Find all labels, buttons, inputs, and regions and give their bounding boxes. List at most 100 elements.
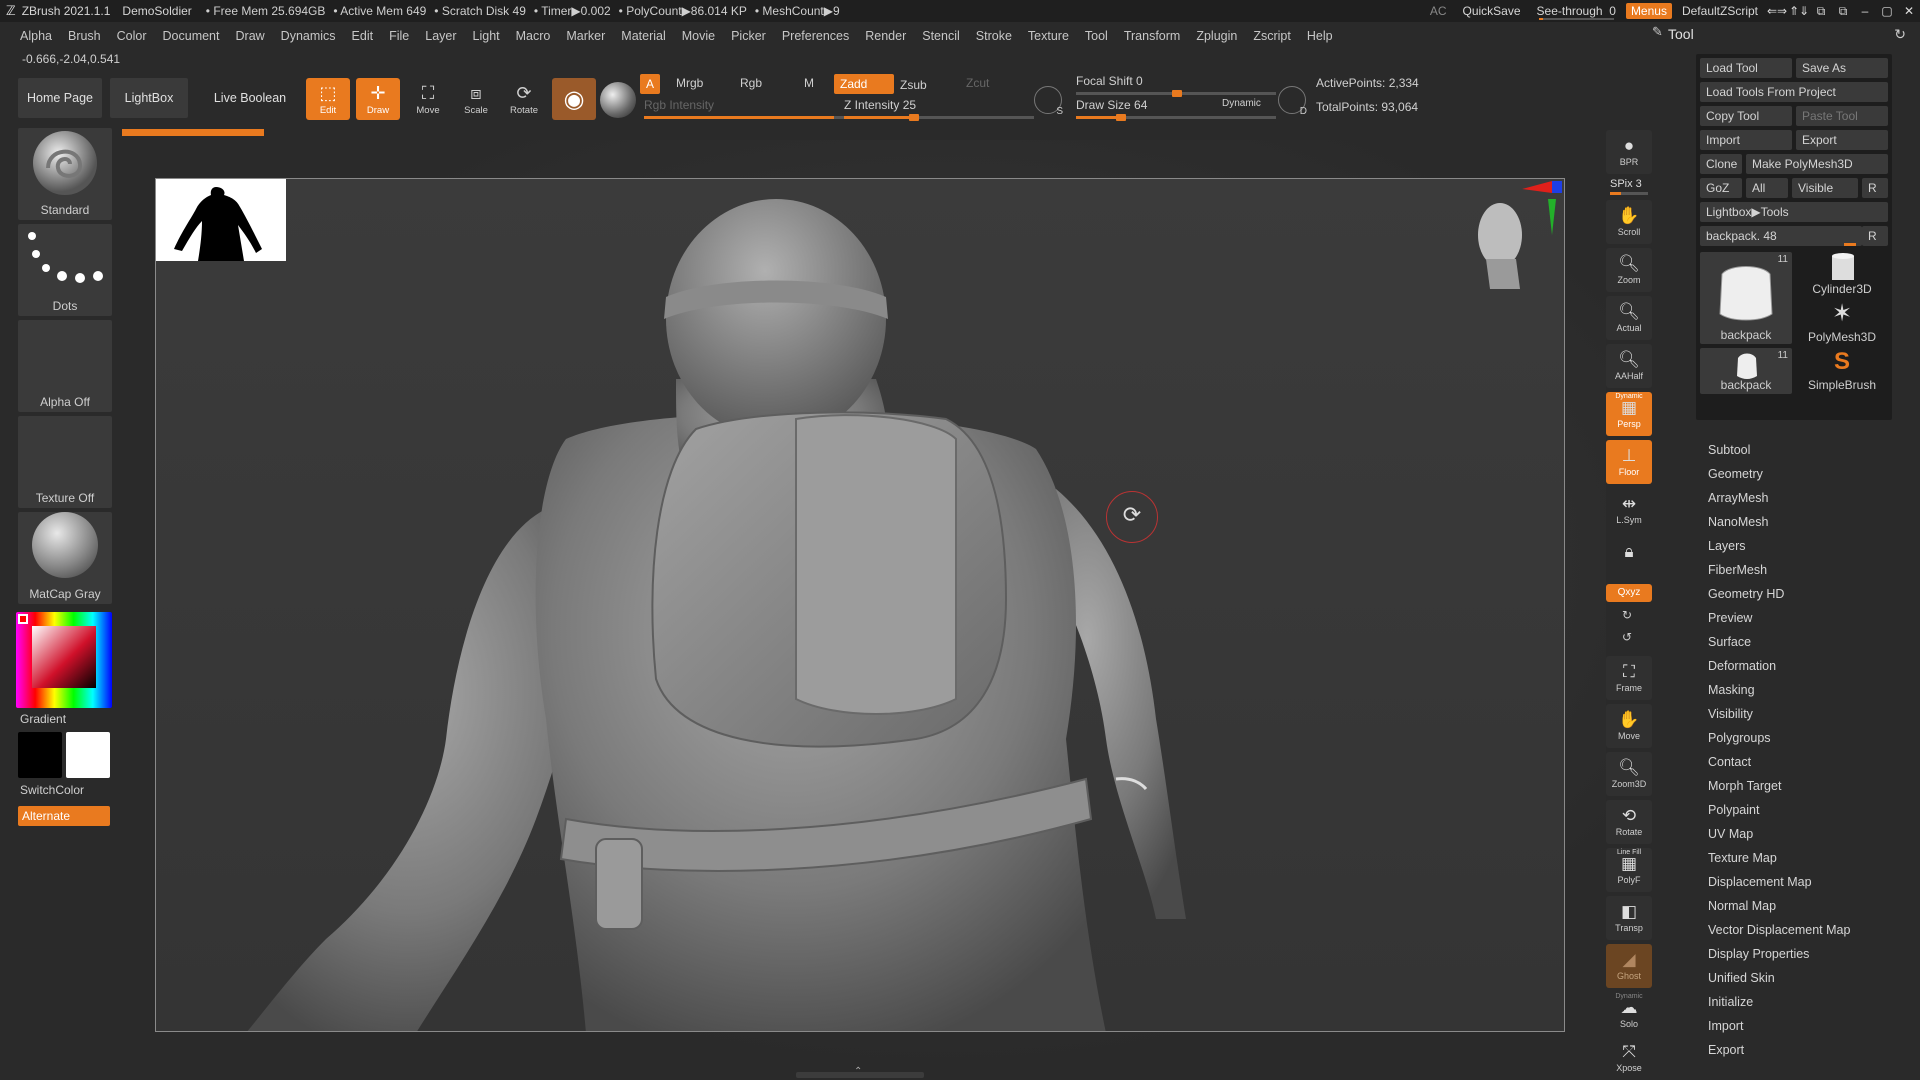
goz-all-button[interactable]: All: [1746, 178, 1788, 198]
orientation-gizmo[interactable]: [1456, 179, 1565, 299]
actual-button[interactable]: 🔍︎ Actual: [1606, 296, 1652, 340]
alternate-button[interactable]: Alternate: [18, 806, 110, 826]
maximize-icon[interactable]: ▢: [1876, 4, 1898, 18]
minimize-icon[interactable]: –: [1854, 4, 1876, 18]
subpalette-display-properties[interactable]: Display Properties: [1708, 942, 1850, 966]
zoom3d-button[interactable]: 🔍︎ Zoom3D: [1606, 752, 1652, 796]
menu-file[interactable]: File: [381, 29, 417, 43]
solo-button[interactable]: Dynamic ☁ Solo: [1606, 992, 1652, 1036]
menu-edit[interactable]: Edit: [344, 29, 382, 43]
bpr-button[interactable]: ● BPR: [1606, 130, 1652, 174]
subpalette-uv-map[interactable]: UV Map: [1708, 822, 1850, 846]
rgb-intensity-track[interactable]: [644, 116, 850, 119]
lightbox-button[interactable]: LightBox: [110, 78, 188, 118]
aahalf-button[interactable]: 🔍︎ AAHalf: [1606, 344, 1652, 388]
xpose-button[interactable]: ⤧ Xpose: [1606, 1036, 1652, 1080]
see-through-slider[interactable]: See-through 0: [1529, 4, 1624, 20]
menu-draw[interactable]: Draw: [228, 29, 273, 43]
z-intensity-slider[interactable]: Z Intensity 25: [844, 98, 916, 112]
menu-light[interactable]: Light: [465, 29, 508, 43]
frame-button[interactable]: ⛶ Frame: [1606, 656, 1652, 700]
tool-tile-backpack[interactable]: 11 backpack: [1700, 252, 1792, 344]
layout-alt-icon[interactable]: ⧉: [1832, 4, 1854, 19]
brush-selector[interactable]: Standard: [18, 128, 112, 220]
rotate-button[interactable]: ⟳ Rotate: [502, 78, 546, 120]
ghost-button[interactable]: ◢ Ghost: [1606, 944, 1652, 988]
color-saturation-square[interactable]: [32, 626, 96, 688]
focal-shift-slider[interactable]: Focal Shift 0: [1076, 74, 1143, 88]
m-toggle[interactable]: M: [804, 76, 814, 90]
subpalette-export[interactable]: Export: [1708, 1038, 1850, 1062]
edit-button[interactable]: ⬚ Edit: [306, 78, 350, 120]
quicksave-button[interactable]: QuickSave: [1455, 4, 1529, 18]
refresh-icon[interactable]: ↻: [1894, 26, 1906, 43]
canvas[interactable]: ⟳: [155, 178, 1565, 1032]
tool-panel-title[interactable]: Tool: [1668, 26, 1694, 42]
secondary-color-swatch[interactable]: [66, 732, 110, 778]
hide-menus-icon[interactable]: ⇐⇒: [1766, 4, 1788, 18]
subpalette-morph-target[interactable]: Morph Target: [1708, 774, 1850, 798]
menu-texture[interactable]: Texture: [1020, 29, 1077, 43]
subpalette-polypaint[interactable]: Polypaint: [1708, 798, 1850, 822]
ac-toggle[interactable]: AC: [1422, 4, 1455, 18]
xyz-button[interactable]: Qxyz: [1606, 584, 1652, 602]
persp-button[interactable]: Dynamic ▦ Persp: [1606, 392, 1652, 436]
subpalette-subtool[interactable]: Subtool: [1708, 438, 1850, 462]
hide-shelf-icon[interactable]: ⇑⇓: [1788, 4, 1810, 18]
gradient-label[interactable]: Gradient: [20, 712, 66, 726]
subpalette-texture-map[interactable]: Texture Map: [1708, 846, 1850, 870]
tool-tile-polymesh3d[interactable]: ✶ PolyMesh3D: [1796, 300, 1888, 346]
home-page-button[interactable]: Home Page: [18, 78, 102, 118]
subpalette-masking[interactable]: Masking: [1708, 678, 1850, 702]
make-polymesh3d-button[interactable]: Make PolyMesh3D: [1746, 154, 1888, 174]
live-boolean-button[interactable]: Live Boolean: [208, 78, 292, 118]
subpalette-preview[interactable]: Preview: [1708, 606, 1850, 630]
goz-visible-button[interactable]: Visible: [1792, 178, 1858, 198]
menu-material[interactable]: Material: [613, 29, 673, 43]
lock-button[interactable]: 🔒︎: [1606, 536, 1652, 566]
subpalette-unified-skin[interactable]: Unified Skin: [1708, 966, 1850, 990]
paste-tool-button[interactable]: Paste Tool: [1796, 106, 1888, 126]
texture-selector[interactable]: Texture Off: [18, 416, 112, 508]
menu-stencil[interactable]: Stencil: [914, 29, 968, 43]
polyf-button[interactable]: Line Fill ▦ PolyF: [1606, 848, 1652, 892]
menu-transform[interactable]: Transform: [1116, 29, 1189, 43]
menu-dynamics[interactable]: Dynamics: [273, 29, 344, 43]
spix-slider[interactable]: SPix 3: [1610, 178, 1648, 195]
lsym-button[interactable]: ⇹ L.Sym: [1606, 488, 1652, 532]
mrgb-toggle[interactable]: Mrgb: [676, 76, 703, 90]
draw-size-track[interactable]: [1076, 114, 1276, 121]
menu-zscript[interactable]: Zscript: [1245, 29, 1299, 43]
d-icon[interactable]: D: [1278, 86, 1307, 117]
s-icon[interactable]: S: [1034, 86, 1063, 117]
subpalette-nanomesh[interactable]: NanoMesh: [1708, 510, 1850, 534]
menu-layer[interactable]: Layer: [417, 29, 464, 43]
subpalette-vector-displacement-map[interactable]: Vector Displacement Map: [1708, 918, 1850, 942]
subpalette-geometry-hd[interactable]: Geometry HD: [1708, 582, 1850, 606]
menus-button[interactable]: Menus: [1625, 3, 1672, 19]
scroll-button[interactable]: ✋ Scroll: [1606, 200, 1652, 244]
move-button[interactable]: ⛶ Move: [406, 78, 450, 120]
floor-button[interactable]: ⊥ Floor: [1606, 440, 1652, 484]
menu-movie[interactable]: Movie: [674, 29, 723, 43]
menu-document[interactable]: Document: [155, 29, 228, 43]
material-sphere-button[interactable]: ◉: [552, 78, 596, 120]
subpalette-fibermesh[interactable]: FiberMesh: [1708, 558, 1850, 582]
rgb-intensity-slider[interactable]: Rgb Intensity: [644, 98, 714, 112]
menu-marker[interactable]: Marker: [558, 29, 613, 43]
subpalette-displacement-map[interactable]: Displacement Map: [1708, 870, 1850, 894]
z-intensity-track[interactable]: [844, 114, 1034, 121]
subpalette-layers[interactable]: Layers: [1708, 534, 1850, 558]
close-icon[interactable]: ✕: [1898, 4, 1920, 18]
subpalette-import[interactable]: Import: [1708, 1014, 1850, 1038]
tool-tile-backpack-2[interactable]: 11 backpack: [1700, 348, 1792, 394]
rotate-view-button[interactable]: ⟲ Rotate: [1606, 800, 1652, 844]
move-view-button[interactable]: ✋ Move: [1606, 704, 1652, 748]
switchcolor-button[interactable]: SwitchColor: [20, 783, 84, 797]
clone-button[interactable]: Clone: [1700, 154, 1742, 174]
subpalette-normal-map[interactable]: Normal Map: [1708, 894, 1850, 918]
rotate-z-icon[interactable]: ↺: [1622, 630, 1632, 644]
tool-tile-cylinder3d[interactable]: Cylinder3D: [1796, 252, 1888, 298]
bottom-shelf-handle[interactable]: ⌃: [796, 1066, 924, 1078]
pin-icon[interactable]: ✎: [1652, 24, 1663, 40]
